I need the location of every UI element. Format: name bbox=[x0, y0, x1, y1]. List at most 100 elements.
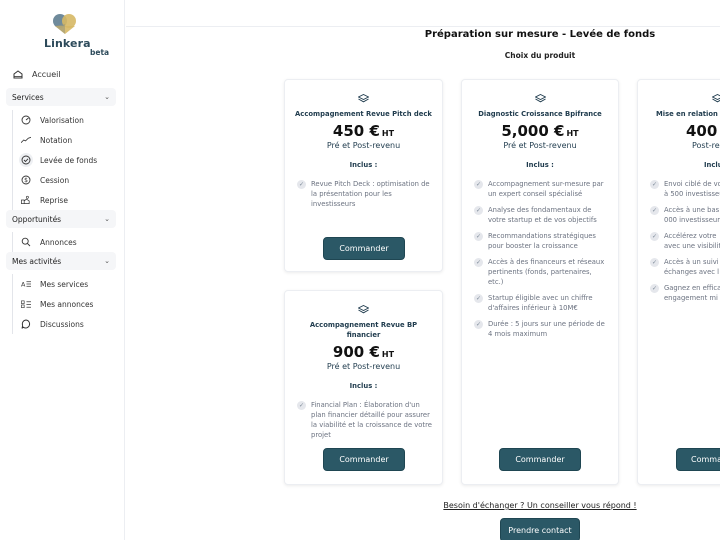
price-value: 400 bbox=[686, 122, 718, 140]
included-label: Inclus : bbox=[526, 161, 554, 169]
chevron-down-icon: ⌄ bbox=[104, 93, 110, 101]
check-icon: ✓ bbox=[474, 206, 483, 215]
feature-item: ✓ Recommandations stratégiques pour boost… bbox=[474, 231, 608, 251]
page-title: Préparation sur mesure - Levée de fonds bbox=[424, 29, 656, 40]
order-button[interactable]: Commander bbox=[499, 448, 581, 471]
sidebar-item-discussions[interactable]: Discussions bbox=[13, 314, 93, 334]
layers-icon bbox=[285, 305, 442, 314]
feature-text: Accélérez votre avec une visibilit bbox=[664, 232, 720, 250]
feature-text: Accès à une bas 000 investisseur bbox=[664, 206, 720, 224]
opportunites-group: Annonces bbox=[12, 232, 77, 252]
heart-logo-icon bbox=[53, 14, 76, 34]
svg-text:A: A bbox=[21, 282, 26, 288]
sidebar-item-notation[interactable]: Notation bbox=[13, 130, 97, 150]
feature-text: Analyse des fondamentaux de votre startu… bbox=[488, 206, 597, 224]
section-label: Mes activités bbox=[12, 256, 62, 266]
product-card: Accompagnement Revue BP financier 900 € H… bbox=[284, 290, 443, 485]
included-label: Inclus : bbox=[349, 382, 378, 390]
sidebar-item-reprise[interactable]: Reprise bbox=[13, 190, 97, 210]
list-a-icon: A bbox=[21, 279, 31, 289]
price-suffix: HT bbox=[381, 350, 395, 359]
help-link[interactable]: Besoin d'échanger ? Un conseiller vous r… bbox=[400, 501, 680, 510]
sidebar-item-valorisation[interactable]: Valorisation bbox=[13, 110, 97, 130]
check-icon: ✓ bbox=[474, 232, 483, 241]
check-icon: ✓ bbox=[297, 401, 306, 410]
product-card: Diagnostic Croissance Bpifrance 5,000 € H… bbox=[461, 79, 619, 485]
feature-item: ✓ Accès à des financeurs et réseaux perti… bbox=[474, 257, 608, 287]
feature-text: Gagnez en effica engagement mi bbox=[664, 284, 720, 302]
product-card: Mise en relation in 400 Post-re Inclu ✓ E… bbox=[637, 79, 720, 485]
section-mes-activites[interactable]: Mes activités ⌄ bbox=[6, 252, 116, 270]
product-card: Accompagnement Revue Pitch deck 450 € HT … bbox=[284, 79, 443, 272]
feature-list: ✓ Financial Plan : Élaboration d'un plan … bbox=[297, 400, 432, 446]
feature-list: ✓ Revue Pitch Deck : optimisation de la p… bbox=[297, 179, 432, 215]
price-suffix: HT bbox=[381, 129, 395, 138]
product-title: Accompagnement Revue BP financier bbox=[309, 321, 418, 339]
product-phase: Pré et Post-revenu bbox=[326, 362, 401, 371]
check-icon: ✓ bbox=[650, 284, 659, 293]
order-button[interactable]: Commander bbox=[323, 448, 405, 471]
product-phase: Pré et Post-revenu bbox=[326, 141, 401, 150]
chevron-down-icon: ⌄ bbox=[104, 215, 110, 223]
check-icon: ✓ bbox=[650, 232, 659, 241]
order-button[interactable]: Commander bbox=[323, 237, 405, 260]
dollar-circle-icon: $ bbox=[21, 175, 31, 185]
product-price: 5,000 € HT bbox=[462, 122, 618, 140]
price-suffix: HT bbox=[566, 129, 579, 138]
sidebar-item-mes-annonces[interactable]: Mes annonces bbox=[13, 294, 93, 314]
feature-item: ✓ Startup éligible avec un chiffre d'affa… bbox=[474, 293, 608, 313]
product-phase: Post-re bbox=[692, 141, 720, 150]
feature-text: Startup éligible avec un chiffre d'affai… bbox=[488, 294, 593, 312]
included-label: Inclus : bbox=[349, 161, 378, 169]
home-icon bbox=[12, 68, 24, 80]
layers-icon bbox=[285, 94, 442, 103]
feature-text: Revue Pitch Deck : optimisation de la pr… bbox=[311, 180, 430, 208]
svg-text:$: $ bbox=[24, 177, 28, 184]
sidebar-item-label: Levée de fonds bbox=[40, 155, 98, 165]
feature-text: Accompagnement sur-mesure par un expert … bbox=[488, 180, 604, 198]
feature-text: Financial Plan : Élaboration d'un plan f… bbox=[311, 401, 432, 439]
sidebar-item-label: Mes annonces bbox=[40, 299, 94, 309]
price-value: 900 € bbox=[332, 343, 380, 361]
services-group: Valorisation Notation Levée de fonds $ C… bbox=[12, 110, 97, 210]
sidebar-item-label: Mes services bbox=[40, 279, 89, 289]
feature-text: Accès à des financeurs et réseaux pertin… bbox=[488, 258, 605, 286]
feature-text: Durée : 5 jours sur une période de 4 moi… bbox=[488, 320, 605, 338]
product-title: Mise en relation in bbox=[656, 110, 720, 118]
chat-icon bbox=[21, 319, 31, 329]
product-phase: Pré et Post-revenu bbox=[503, 141, 577, 150]
section-opportunites[interactable]: Opportunités ⌄ bbox=[6, 210, 116, 228]
sidebar-item-label: Discussions bbox=[40, 319, 84, 329]
feature-item: ✓ Analyse des fondamentaux de votre start… bbox=[474, 205, 608, 225]
sidebar-item-levee-de-fonds[interactable]: Levée de fonds bbox=[13, 150, 97, 170]
top-bar bbox=[126, 0, 720, 27]
list-icon bbox=[21, 299, 31, 309]
feature-list: ✓ Accompagnement sur-mesure par un expert… bbox=[474, 179, 608, 345]
feature-list: ✓ Envoi ciblé de vo à 500 investisseu ✓ Ac… bbox=[650, 179, 720, 309]
check-icon: ✓ bbox=[650, 206, 659, 215]
sidebar-item-label: Accueil bbox=[32, 69, 61, 79]
feature-text: Envoi ciblé de vo à 500 investisseu bbox=[664, 180, 720, 198]
feature-item: ✓ Durée : 5 jours sur une période de 4 mo… bbox=[474, 319, 608, 339]
sidebar-item-accueil[interactable]: Accueil bbox=[12, 68, 61, 80]
product-title: Accompagnement Revue Pitch deck bbox=[295, 110, 432, 118]
product-price: 400 bbox=[686, 122, 720, 140]
sidebar-item-label: Cession bbox=[40, 175, 70, 185]
price-value: 5,000 € bbox=[501, 122, 565, 140]
gauge-icon bbox=[21, 115, 31, 125]
check-icon: ✓ bbox=[650, 180, 659, 189]
included-label: Inclu bbox=[704, 161, 720, 169]
page-subtitle: Choix du produit bbox=[504, 51, 576, 60]
check-icon: ✓ bbox=[474, 258, 483, 267]
order-button[interactable]: Comma bbox=[676, 448, 720, 471]
sidebar: Linkera beta Accueil Services ⌄ Valorisa… bbox=[0, 0, 125, 540]
sidebar-item-mes-services[interactable]: A Mes services bbox=[13, 274, 93, 294]
feature-item: ✓ Envoi ciblé de vo à 500 investisseu bbox=[650, 179, 720, 199]
feature-item: ✓ Accélérez votre avec une visibilit bbox=[650, 231, 720, 251]
sidebar-item-cession[interactable]: $ Cession bbox=[13, 170, 97, 190]
sidebar-item-annonces[interactable]: Annonces bbox=[13, 232, 77, 252]
section-services[interactable]: Services ⌄ bbox=[6, 88, 116, 106]
section-label: Services bbox=[12, 92, 44, 102]
app-name: Linkera bbox=[44, 37, 91, 50]
contact-button[interactable]: Prendre contact bbox=[500, 518, 580, 540]
